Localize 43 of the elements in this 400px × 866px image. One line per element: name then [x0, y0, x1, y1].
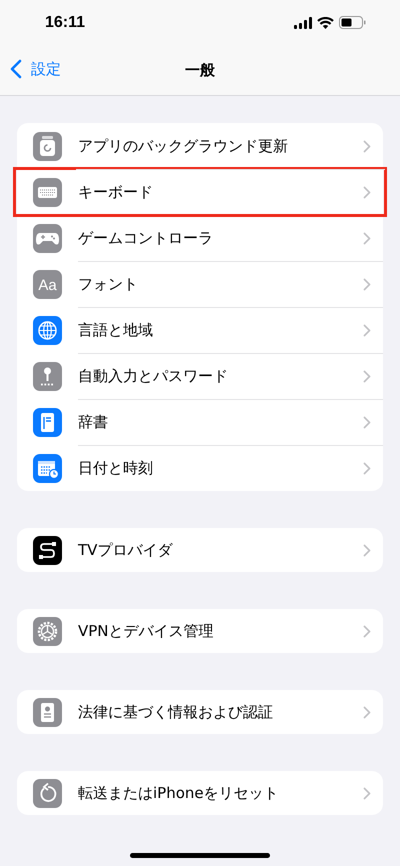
status-time: 16:11 — [45, 14, 86, 32]
settings-row[interactable]: ゲームコントローラ — [17, 215, 383, 261]
chevron-icon — [363, 544, 371, 556]
chevron-icon — [363, 324, 371, 336]
battery-icon — [339, 16, 366, 29]
gear-icon — [33, 616, 62, 646]
settings-row[interactable]: 日付と時刻 — [17, 445, 383, 491]
chevron-icon — [363, 140, 371, 152]
back-button[interactable]: 設定 — [8, 57, 63, 81]
settings-row[interactable]: アプリのバックグラウンド更新 — [17, 123, 383, 169]
font-icon: Aa — [33, 270, 62, 298]
chevron-icon — [363, 370, 371, 382]
chevron-icon — [363, 706, 371, 718]
settings-row[interactable]: 辞書 — [17, 399, 383, 445]
wifi-icon — [317, 16, 334, 28]
keyboard-icon — [33, 178, 62, 206]
reset-icon — [33, 778, 62, 808]
chevron-icon — [363, 186, 371, 198]
back-chevron-icon — [10, 59, 22, 79]
chevron-icon — [363, 786, 371, 800]
chevron-icon — [363, 462, 371, 474]
signal-icon — [294, 16, 312, 28]
certificate-icon — [33, 698, 62, 726]
settings-row[interactable]: VPNとデバイス管理 — [17, 609, 383, 653]
book-icon — [33, 408, 62, 436]
settings-row[interactable]: キーボード — [15, 169, 385, 215]
settings-row[interactable]: Aa フォント — [17, 261, 383, 307]
cable-icon — [33, 536, 62, 564]
settings-row[interactable]: 転送またはiPhoneをリセット — [17, 771, 383, 815]
key-icon — [33, 362, 62, 390]
settings-row[interactable]: TVプロバイダ — [17, 528, 383, 572]
globe-icon — [33, 316, 62, 344]
settings-row[interactable]: 法律に基づく情報および認証 — [17, 690, 383, 734]
chevron-icon — [363, 416, 371, 428]
settings-row[interactable]: 自動入力とパスワード — [17, 353, 383, 399]
chevron-icon — [363, 232, 371, 244]
refresh-icon — [33, 132, 62, 160]
page-title: 一般 — [185, 60, 215, 80]
settings-row[interactable]: 言語と地域 — [17, 307, 383, 353]
chevron-icon — [363, 278, 371, 290]
gamepad-icon — [33, 224, 62, 252]
calendar-icon — [33, 454, 62, 482]
chevron-icon — [363, 624, 371, 638]
